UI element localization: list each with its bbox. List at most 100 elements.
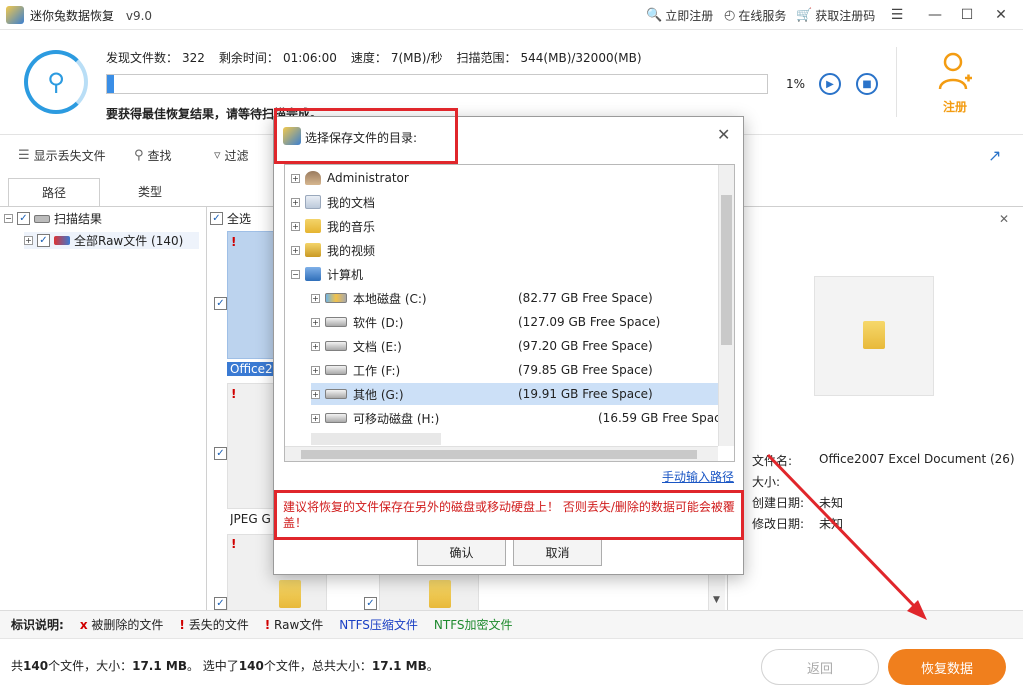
legend-bar: 标识说明: x 被删除的文件 ! 丢失的文件 ! Raw文件 NTFS压缩文件 … — [0, 610, 1023, 638]
directory-vscrollbar[interactable] — [718, 165, 734, 446]
title-highlight-box — [274, 108, 458, 164]
computer-icon — [305, 267, 321, 281]
cart-icon: 🛒 — [796, 8, 813, 23]
raw-files-icon — [54, 236, 70, 245]
filter-button[interactable]: ▿ 过滤 — [214, 147, 249, 164]
created-date-label: 创建日期: — [752, 496, 805, 510]
directory-hscrollbar[interactable] — [285, 446, 718, 461]
register-label[interactable]: 注册 — [943, 98, 967, 115]
remaining-time-stat: 剩余时间： 01:06:00 — [218, 51, 337, 65]
dir-item-documents[interactable]: + 我的文档 — [291, 191, 375, 213]
dir-item-administrator[interactable]: + Administrator — [291, 167, 409, 189]
expand-icon[interactable]: + — [311, 413, 320, 423]
register-link[interactable]: 🔍 立即注册 — [646, 7, 713, 24]
drive-h[interactable]: + 可移动磁盘 (H:) (16.59 GB Free Space — [311, 407, 728, 429]
modified-date-label: 修改日期: — [752, 517, 805, 531]
tree-root-checkbox[interactable]: ✓ — [17, 212, 30, 225]
collapse-icon[interactable]: − — [291, 269, 300, 279]
hscroll-thumb[interactable] — [301, 450, 697, 459]
app-name: 迷你兔数据恢复 — [30, 9, 115, 23]
music-icon — [305, 219, 321, 233]
select-all[interactable]: ✓ 全选 — [210, 210, 251, 227]
expand-icon[interactable]: + — [291, 173, 300, 183]
tree-item-raw[interactable]: + ✓ 全部Raw文件 (140) — [24, 232, 200, 249]
tree-item-raw-label: 全部Raw文件 (140) — [74, 234, 184, 248]
vscroll-thumb[interactable] — [721, 195, 732, 345]
file-checkbox[interactable]: ✓ — [364, 597, 377, 610]
file-checkbox[interactable]: ✓ — [214, 447, 227, 460]
drive-g[interactable]: + 其他 (G:) (19.91 GB Free Space) — [311, 383, 718, 405]
lost-mark: ! — [231, 235, 237, 249]
file-checkbox[interactable]: ✓ — [214, 297, 227, 310]
scan-range-stat: 扫描范围： 544(MB)/32000(MB) — [456, 51, 642, 65]
drive-e[interactable]: + 文档 (E:) (97.20 GB Free Space) — [311, 335, 718, 357]
drive-icon — [325, 317, 347, 327]
footer: 共140个文件，大小：17.1 MB。 选中了140个文件，总共大小：17.1 … — [0, 638, 1023, 698]
back-button[interactable]: 返回 — [761, 649, 879, 685]
file-checkbox[interactable]: ✓ — [214, 597, 227, 610]
tab-type[interactable]: 类型 — [104, 178, 196, 206]
tab-bar: 路径 类型 — [8, 178, 206, 206]
show-lost-button[interactable]: ☰ 显示丢失文件 — [18, 147, 106, 164]
drive-c[interactable]: + 本地磁盘 (C:) (82.77 GB Free Space) — [311, 287, 718, 309]
drive-free-space: (19.91 GB Free Space) — [518, 387, 653, 401]
tree-root-label: 扫描结果 — [54, 212, 103, 226]
legend-ntfs-compressed: NTFS压缩文件 — [339, 618, 418, 632]
system-drive-icon — [325, 293, 347, 303]
dialog-close-icon[interactable]: ✕ — [717, 125, 730, 144]
cancel-button[interactable]: 取消 — [513, 538, 602, 566]
scan-result-tree: − ✓ 扫描结果 + ✓ 全部Raw文件 (140) — [0, 207, 206, 610]
expand-icon[interactable]: + — [291, 221, 300, 231]
drive-d[interactable]: + 软件 (D:) (127.09 GB Free Space) — [311, 311, 718, 333]
select-all-checkbox[interactable]: ✓ — [210, 212, 223, 225]
select-all-label: 全选 — [227, 212, 252, 226]
close-preview-icon[interactable]: ✕ — [999, 212, 1009, 226]
expand-icon[interactable]: + — [24, 236, 33, 245]
expand-icon[interactable]: + — [291, 245, 300, 255]
expand-icon[interactable]: + — [311, 317, 320, 327]
dir-item-music[interactable]: + 我的音乐 — [291, 215, 375, 237]
get-code-link[interactable]: 🛒 获取注册码 — [796, 7, 875, 24]
maximize-icon[interactable]: ☐ — [956, 4, 978, 26]
file-name-label: 文件名: — [752, 454, 793, 468]
deleted-mark-icon: x — [79, 618, 88, 632]
online-service-link[interactable]: ◴ 在线服务 — [724, 7, 786, 24]
title-bar: 迷你兔数据恢复 v9.0 🔍 立即注册 ◴ 在线服务 🛒 获取注册码 ☰ — ☐… — [0, 0, 1023, 30]
expand-icon[interactable]: + — [291, 197, 300, 207]
drive-f[interactable]: + 工作 (F:) (79.85 GB Free Space) — [311, 359, 718, 381]
resume-button[interactable]: ▶ — [819, 73, 841, 95]
tab-path[interactable]: 路径 — [8, 178, 100, 206]
expand-icon[interactable]: + — [311, 341, 320, 351]
dir-item-videos[interactable]: + 我的视频 — [291, 239, 375, 261]
manual-path-link[interactable]: 手动输入路径 — [662, 468, 734, 485]
expand-icon[interactable]: + — [311, 365, 320, 375]
confirm-button[interactable]: 确认 — [417, 538, 506, 566]
raw-mark-icon: ! — [264, 618, 271, 632]
preview-thumbnail — [814, 276, 934, 396]
drive-free-space: (79.85 GB Free Space) — [518, 363, 653, 377]
tree-root[interactable]: − ✓ 扫描结果 — [4, 210, 102, 227]
register-user-icon[interactable] — [938, 51, 972, 91]
documents-icon — [305, 195, 321, 209]
expand-icon[interactable]: + — [311, 389, 320, 399]
tree-item-raw-checkbox[interactable]: ✓ — [37, 234, 50, 247]
expand-icon[interactable]: + — [311, 293, 320, 303]
removable-drive-icon — [325, 413, 347, 423]
close-icon[interactable]: ✕ — [990, 4, 1012, 26]
register-link-label: 立即注册 — [665, 9, 714, 23]
minimize-icon[interactable]: — — [924, 4, 946, 26]
stop-button[interactable]: ■ — [856, 73, 878, 95]
dir-item-computer[interactable]: − 计算机 — [291, 263, 363, 285]
user-folder-icon — [305, 171, 321, 185]
folder-icon — [429, 580, 451, 608]
find-button[interactable]: ⚲ 查找 — [134, 147, 172, 164]
menu-icon[interactable]: ☰ — [886, 4, 908, 26]
list-icon: ☰ — [18, 148, 30, 163]
drive-icon — [325, 389, 347, 399]
recover-button[interactable]: 恢复数据 — [888, 649, 1006, 685]
app-logo-icon — [6, 6, 24, 24]
scan-progress-ring: ⚲ — [24, 50, 88, 114]
export-icon[interactable]: ↗ — [988, 146, 1001, 165]
collapse-icon[interactable]: − — [4, 214, 13, 223]
scroll-down-icon[interactable]: ▼ — [713, 595, 720, 605]
